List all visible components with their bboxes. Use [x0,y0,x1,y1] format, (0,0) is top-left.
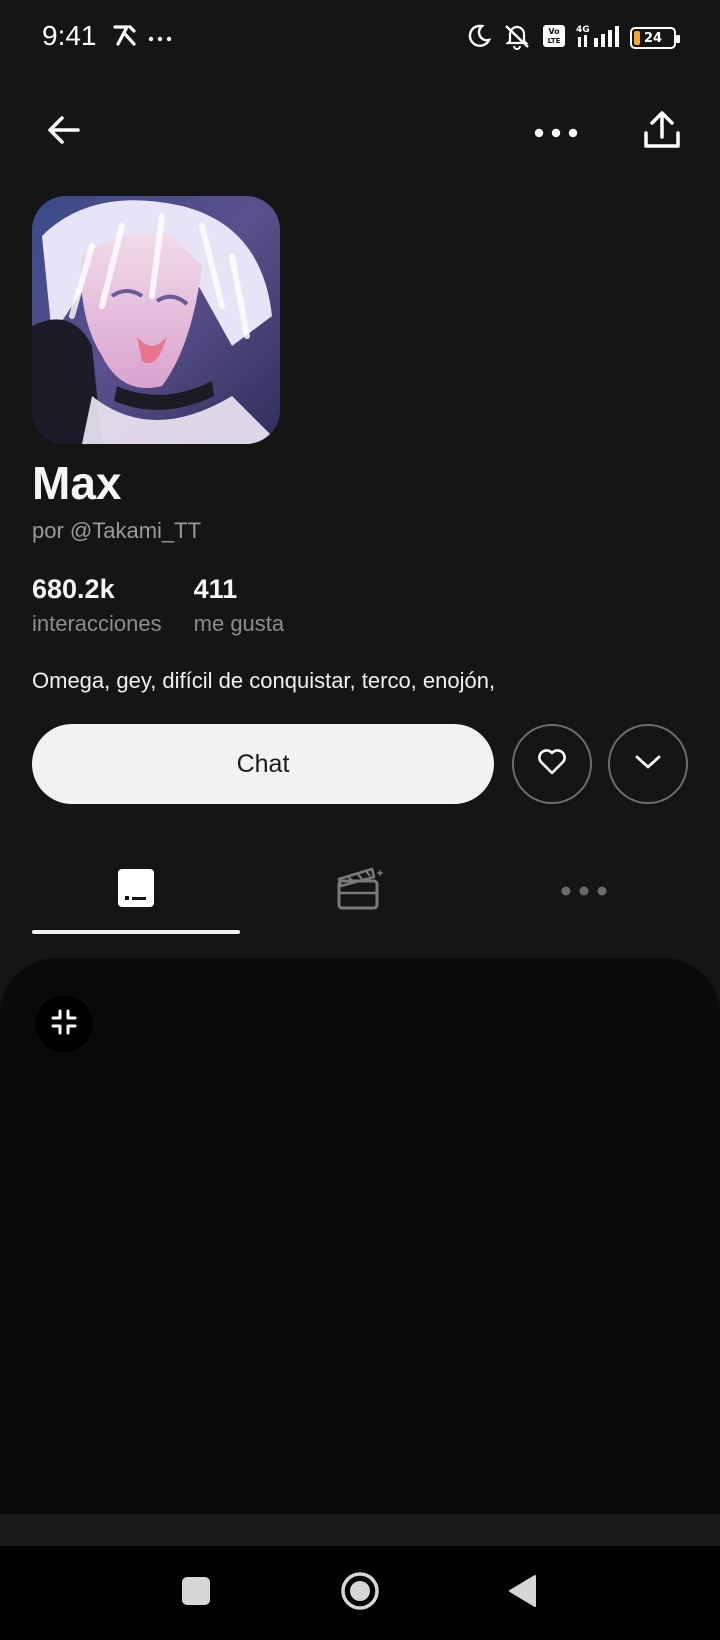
stat-label: interacciones [32,611,162,636]
panel-bottom-strip [0,1514,720,1546]
arrow-left-icon [46,112,82,152]
minimize-icon [50,1008,78,1040]
stat-interactions: 680.2k interacciones [32,574,162,637]
chat-button[interactable]: Chat [32,724,494,804]
svg-text:Vo: Vo [548,27,560,36]
back-button[interactable] [40,108,88,156]
mute-bell-icon [502,22,532,54]
character-name: Max [32,457,122,509]
status-bar: 9:41 Vo LTE 4G 24 [0,0,720,80]
active-tab-indicator [32,930,240,934]
terminal-card-icon [117,868,155,912]
circle-icon [340,1571,380,1615]
chevron-down-icon [634,753,662,775]
like-button[interactable] [512,724,592,804]
tab-more[interactable] [480,850,688,930]
stat-value: 411 [193,574,238,604]
collapse-panel-button[interactable] [36,996,92,1052]
content-panel [0,958,720,1514]
author-link[interactable]: por @Takami_TT [32,518,201,544]
battery-level: 24 [643,30,663,46]
home-button[interactable] [328,1546,392,1640]
more-horizontal-icon [534,123,578,142]
system-nav-bar [0,1546,720,1640]
moon-icon [466,23,492,53]
stat-label: me gusta [193,611,285,636]
recent-apps-button[interactable] [164,1546,228,1640]
signal-icon: 4G [576,23,620,53]
percent-app-icon [112,22,138,52]
square-icon [181,1576,211,1610]
character-avatar [32,196,280,444]
stat-likes: 411 me gusta [194,574,285,637]
svg-text:4G: 4G [576,25,590,35]
tab-scenes[interactable] [256,850,464,930]
heart-icon [537,748,567,780]
share-icon [641,109,683,155]
stats-row: 680.2k interacciones 411 me gusta [32,574,284,637]
status-time: 9:41 [42,20,97,51]
share-button[interactable] [636,104,688,160]
stat-value: 680.2k [32,574,115,604]
more-horizontal-icon [560,881,608,900]
svg-text:LTE: LTE [548,37,561,45]
battery-icon: 24 [630,27,680,49]
tab-bar [32,850,688,936]
character-description: Omega, gey, difícil de conquistar, terco… [32,668,496,693]
status-right-icons: Vo LTE 4G 24 [466,22,680,54]
triangle-back-icon [507,1574,537,1612]
more-options-button[interactable] [528,108,584,156]
system-back-button[interactable] [490,1546,554,1640]
clapperboard-icon [336,865,384,915]
expand-button[interactable] [608,724,688,804]
volte-icon: Vo LTE [542,24,566,52]
more-notifications-icon [148,28,172,47]
tab-chat-info[interactable] [32,850,240,930]
top-bar [0,100,720,164]
status-left-icons [112,22,172,52]
